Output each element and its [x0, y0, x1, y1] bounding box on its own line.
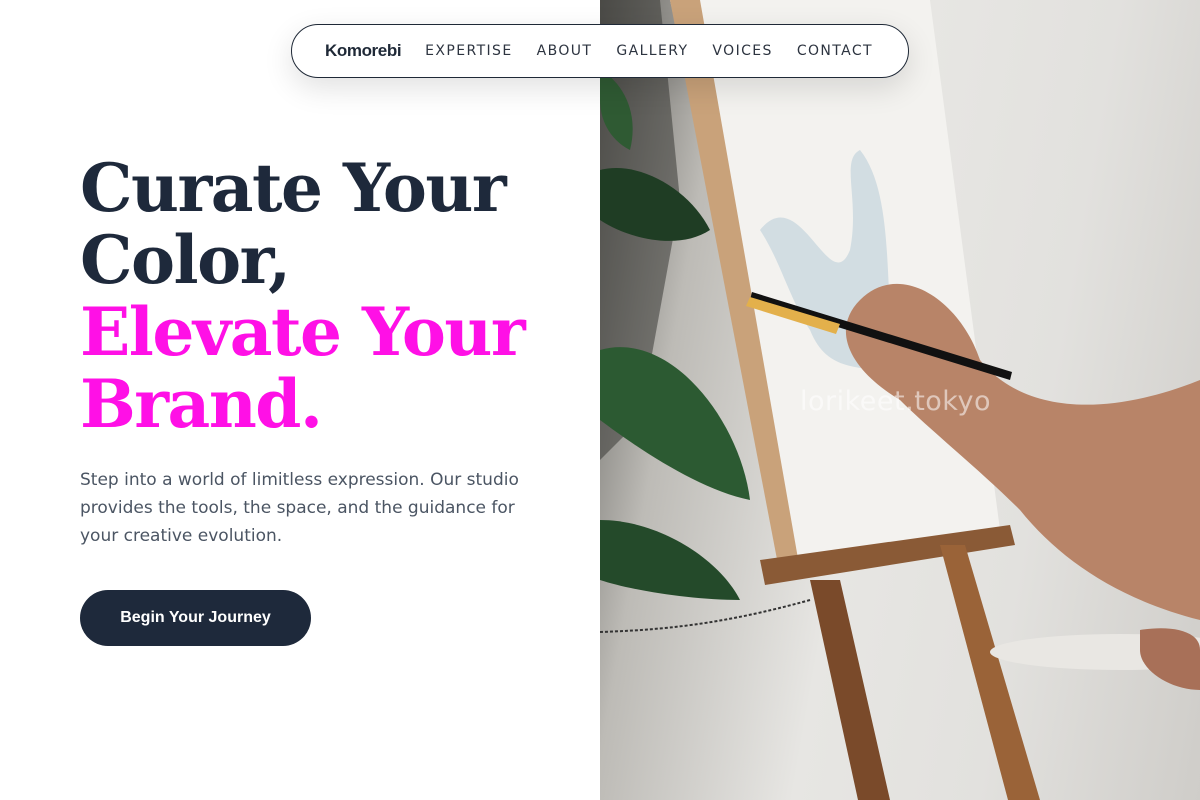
headline-line-3: Elevate Your [80, 293, 526, 371]
watermark: lorikeet.tokyo [800, 386, 991, 417]
hero-headline: Curate Your Color, Elevate Your Brand. [80, 152, 580, 440]
hero-subtext: Step into a world of limitless expressio… [80, 470, 519, 546]
nav-link-contact[interactable]: CONTACT [797, 43, 873, 59]
headline-line-1: Curate Your [80, 149, 507, 227]
begin-journey-button[interactable]: Begin Your Journey [80, 590, 311, 646]
nav-link-voices[interactable]: VOICES [712, 43, 772, 59]
headline-line-4: Brand. [80, 365, 323, 443]
headline-line-2: Color, [80, 221, 291, 299]
main-nav: Komorebi EXPERTISE ABOUT GALLERY VOICES … [291, 24, 909, 78]
nav-link-about[interactable]: ABOUT [537, 43, 593, 59]
nav-link-expertise[interactable]: EXPERTISE [425, 43, 512, 59]
hero-photo: lorikeet.tokyo [600, 0, 1200, 800]
brand-logo[interactable]: Komorebi [325, 41, 402, 61]
nav-link-gallery[interactable]: GALLERY [616, 43, 688, 59]
